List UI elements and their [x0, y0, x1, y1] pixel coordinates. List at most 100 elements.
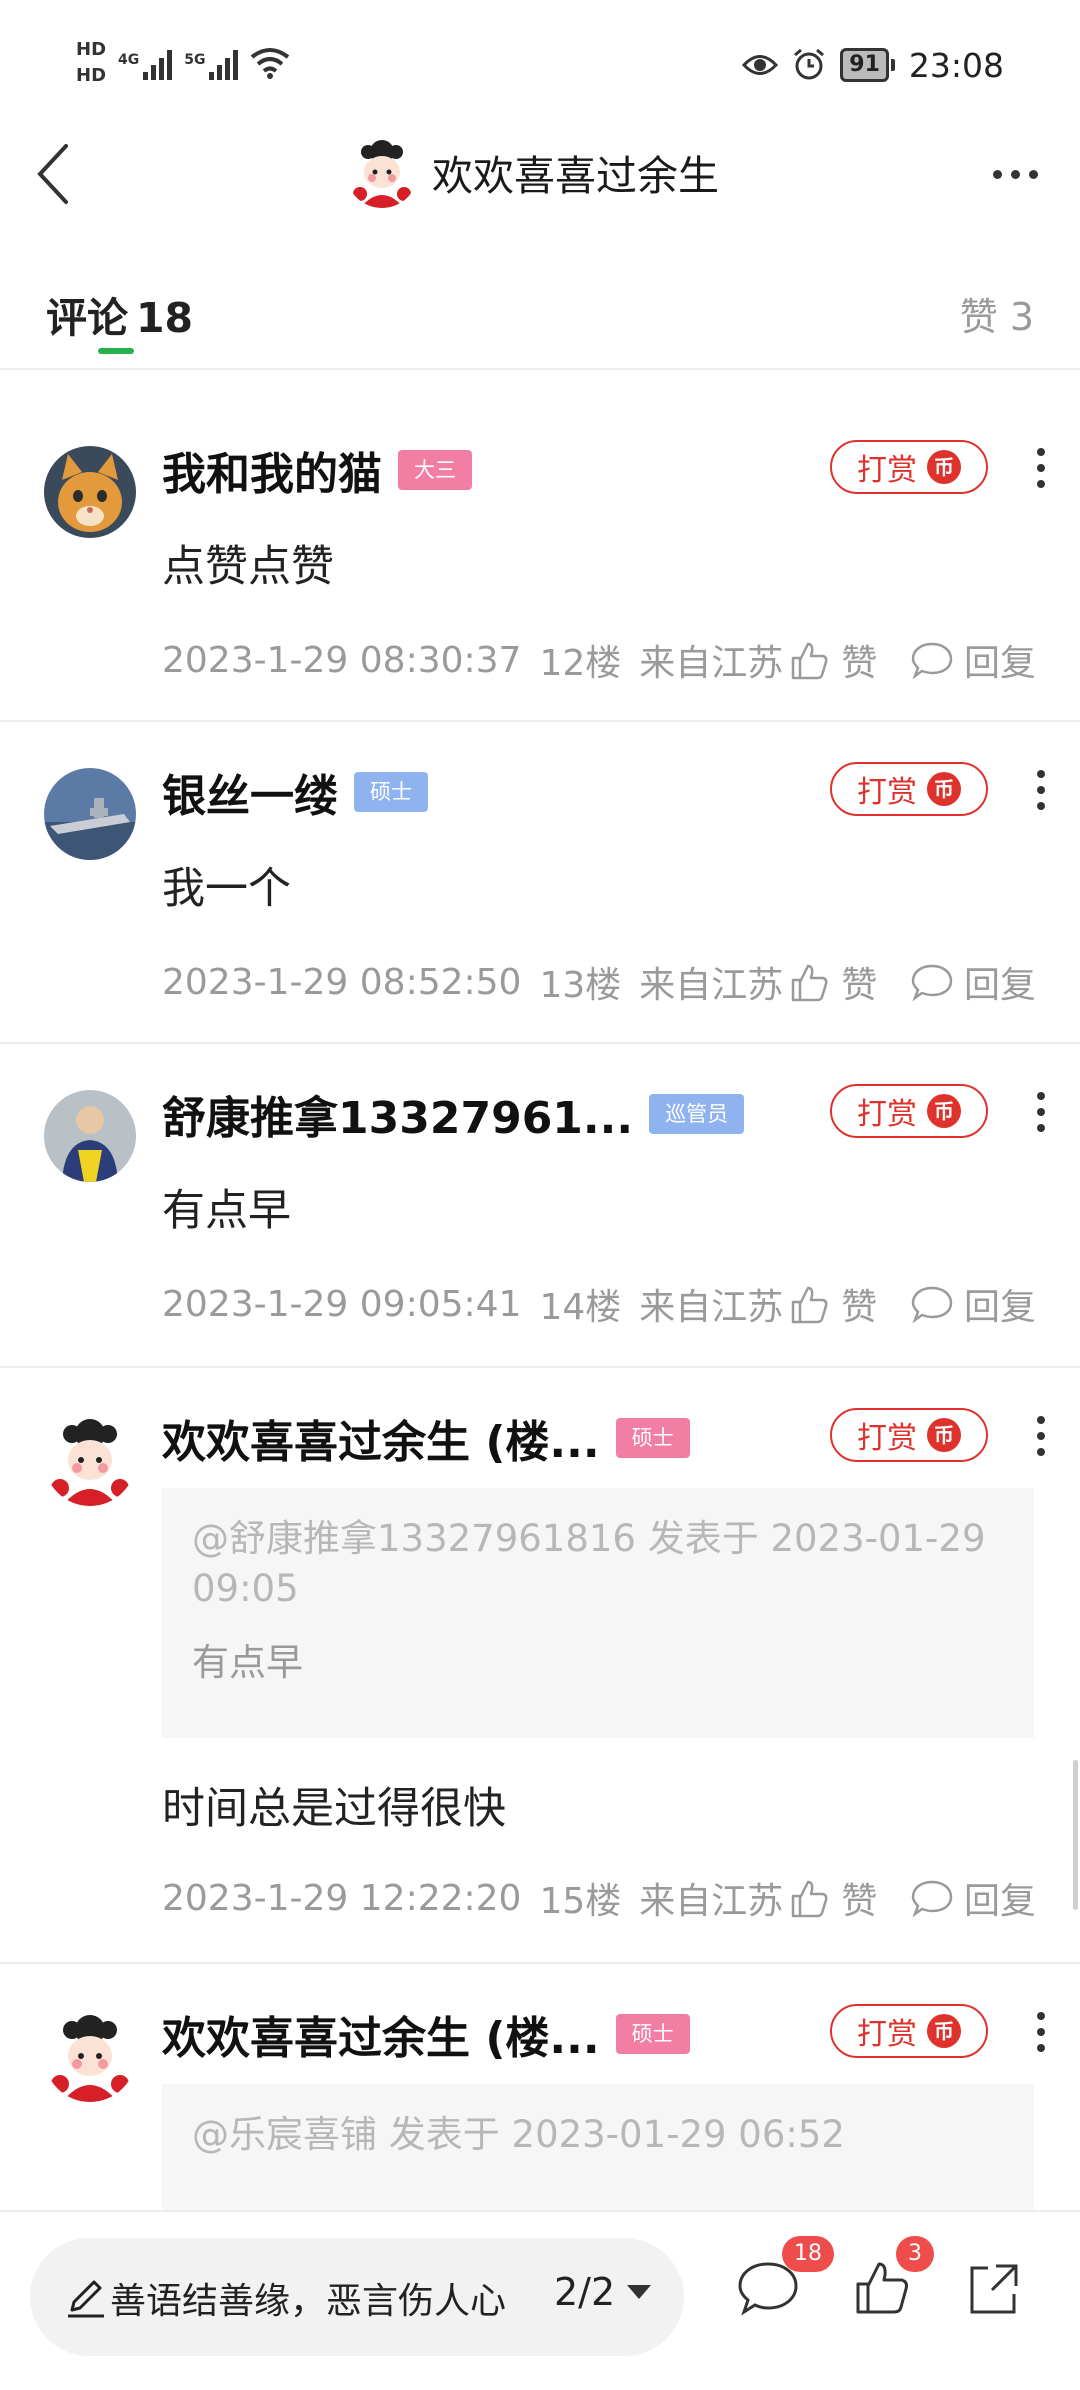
comment-more-icon[interactable] — [1026, 438, 1056, 498]
battery-level: 91 — [840, 48, 889, 82]
back-icon[interactable] — [30, 142, 90, 206]
comment-count-badge: 18 — [782, 2236, 834, 2272]
tip-button[interactable]: 打赏 币 — [830, 762, 988, 816]
location: 来自江苏 — [639, 1881, 784, 1922]
like-button[interactable]: 赞 — [787, 956, 877, 1008]
thumbs-up-icon — [792, 1286, 828, 1324]
name-row: 银丝一缕 硕士 — [162, 760, 428, 824]
like-button[interactable]: 赞 — [787, 634, 877, 686]
alarm-icon — [794, 48, 825, 80]
username[interactable]: 欢欢喜喜过余生 (楼... — [162, 1406, 600, 1470]
comment-time: 2023-1-29 08:30:37 — [162, 639, 522, 681]
share-button[interactable] — [964, 2258, 1034, 2328]
active-tab-indicator — [98, 348, 134, 354]
input-placeholder: 善语结善缘，恶言伤人心 — [110, 2281, 507, 2322]
reply-button[interactable]: 回复 — [910, 956, 1036, 1008]
quote-header: @乐宸喜铺 发表于 2023-01-29 06:52 — [192, 2113, 845, 2156]
reply-button[interactable]: 回复 — [910, 634, 1036, 686]
comment-more-icon[interactable] — [1026, 2002, 1056, 2062]
page-selector[interactable]: 2/2 — [554, 2270, 652, 2314]
comment-icon — [911, 642, 953, 680]
comment-time: 2023-1-29 09:05:41 — [162, 1283, 522, 1325]
tip-button[interactable]: 打赏 币 — [830, 2004, 988, 2058]
comment-text: 有点早 — [162, 1186, 291, 1236]
tab-comments-label: 评论 — [46, 294, 128, 342]
coin-icon: 币 — [927, 1418, 961, 1452]
net1-label: 4G — [118, 52, 140, 68]
tip-button[interactable]: 打赏 币 — [830, 440, 988, 494]
reply-button[interactable]: 回复 — [910, 1278, 1036, 1330]
comment-text: 时间总是过得很快 — [162, 1784, 506, 1834]
coin-icon: 币 — [927, 772, 961, 806]
comment-more-icon[interactable] — [1026, 760, 1056, 820]
status-left: HD HD 4G 5G — [76, 32, 290, 94]
like-button[interactable]: 赞 — [787, 1872, 877, 1924]
comment-text: 我一个 — [162, 864, 291, 914]
comment-item: 欢欢喜喜过余生 (楼... 硕士 打赏 币 @舒康推拿13327961816 发… — [0, 1368, 1080, 1964]
quoted-comment[interactable]: @舒康推拿13327961816 发表于 2023-01-29 09:05 有点… — [162, 1488, 1034, 1738]
comment-item: 欢欢喜喜过余生 (楼... 硕士 打赏 币 @乐宸喜铺 发表于 2023-01-… — [0, 1964, 1080, 2210]
tab-likes[interactable]: 赞 3 — [960, 286, 1034, 341]
more-options-icon[interactable] — [980, 146, 1050, 202]
reply-button[interactable]: 回复 — [910, 1872, 1036, 1924]
username[interactable]: 欢欢喜喜过余生 (楼... — [162, 2002, 600, 2066]
avatar[interactable] — [44, 1414, 136, 1506]
status-bar: HD HD 4G 5G 91 23:08 — [0, 0, 1080, 124]
clock: 23:08 — [908, 45, 1004, 85]
floor-number: 12楼 — [539, 643, 622, 684]
comment-icon — [911, 1286, 953, 1324]
title-area[interactable]: 欢欢喜喜过余生 — [346, 136, 719, 208]
scroll-indicator[interactable] — [1073, 1760, 1078, 1910]
like-label: 赞 — [841, 965, 878, 1006]
username[interactable]: 我和我的猫 — [162, 438, 382, 502]
author-avatar[interactable] — [346, 136, 418, 208]
page-indicator: 2/2 — [554, 2270, 616, 2314]
comment-more-icon[interactable] — [1026, 1082, 1056, 1142]
signal-2-icon: 5G — [184, 46, 239, 80]
tab-comments[interactable]: 评论 18 — [46, 284, 193, 344]
username[interactable]: 舒康推拿13327961... — [162, 1082, 633, 1146]
like-post-button[interactable]: 3 — [852, 2236, 934, 2328]
like-label: 赞 — [841, 643, 878, 684]
avatar[interactable] — [44, 2010, 136, 2102]
comment-input[interactable]: 善语结善缘，恶言伤人心 2/2 — [30, 2238, 684, 2356]
tip-button[interactable]: 打赏 币 — [830, 1408, 988, 1462]
reply-label: 回复 — [963, 965, 1036, 1006]
thumbs-up-icon — [792, 642, 828, 680]
avatar[interactable] — [44, 768, 136, 860]
floor-number: 13楼 — [539, 965, 622, 1006]
like-button[interactable]: 赞 — [787, 1278, 877, 1330]
reply-label: 回复 — [963, 643, 1036, 684]
status-right: 91 23:08 — [742, 40, 1004, 90]
name-row: 我和我的猫 大三 — [162, 438, 472, 502]
location: 来自江苏 — [639, 1287, 784, 1328]
title-bar: 欢欢喜喜过余生 — [0, 124, 1080, 224]
hd-indicator: HD HD — [76, 37, 106, 89]
net2-label: 5G — [184, 52, 206, 68]
tip-button[interactable]: 打赏 币 — [830, 1084, 988, 1138]
comment-more-icon[interactable] — [1026, 1406, 1056, 1466]
comment-item: 舒康推拿13327961... 巡管员 打赏 币 有点早 2023-1-29 0… — [0, 1044, 1080, 1368]
avatar[interactable] — [44, 1090, 136, 1182]
coin-icon: 币 — [927, 1094, 961, 1128]
comment-meta: 2023-1-29 08:52:50 13楼 来自江苏 赞 回复 — [162, 956, 1036, 1008]
hd2-label: HD — [76, 65, 107, 86]
avatar[interactable] — [44, 446, 136, 538]
dropdown-triangle-icon — [627, 2285, 652, 2299]
quoted-comment[interactable]: @乐宸喜铺 发表于 2023-01-29 06:52 — [162, 2084, 1034, 2210]
username[interactable]: 银丝一缕 — [162, 760, 338, 824]
reply-label: 回复 — [963, 1881, 1036, 1922]
tab-comments-count: 18 — [136, 294, 194, 342]
like-count-badge: 3 — [896, 2236, 934, 2272]
quote-header: @舒康推拿13327961816 发表于 2023-01-29 09:05 — [192, 1517, 986, 1610]
comments-button[interactable]: 18 — [736, 2236, 834, 2328]
wifi-icon — [251, 48, 290, 79]
hd1-label: HD — [76, 39, 107, 60]
user-badge: 巡管员 — [649, 1094, 745, 1134]
pencil-icon — [68, 2280, 104, 2318]
comment-text: 点赞点赞 — [162, 542, 334, 592]
page-title: 欢欢喜喜过余生 — [432, 152, 719, 200]
location: 来自江苏 — [639, 965, 784, 1006]
comment-meta: 2023-1-29 12:22:20 15楼 来自江苏 赞 回复 — [162, 1872, 1036, 1924]
like-label: 赞 — [841, 1287, 878, 1328]
